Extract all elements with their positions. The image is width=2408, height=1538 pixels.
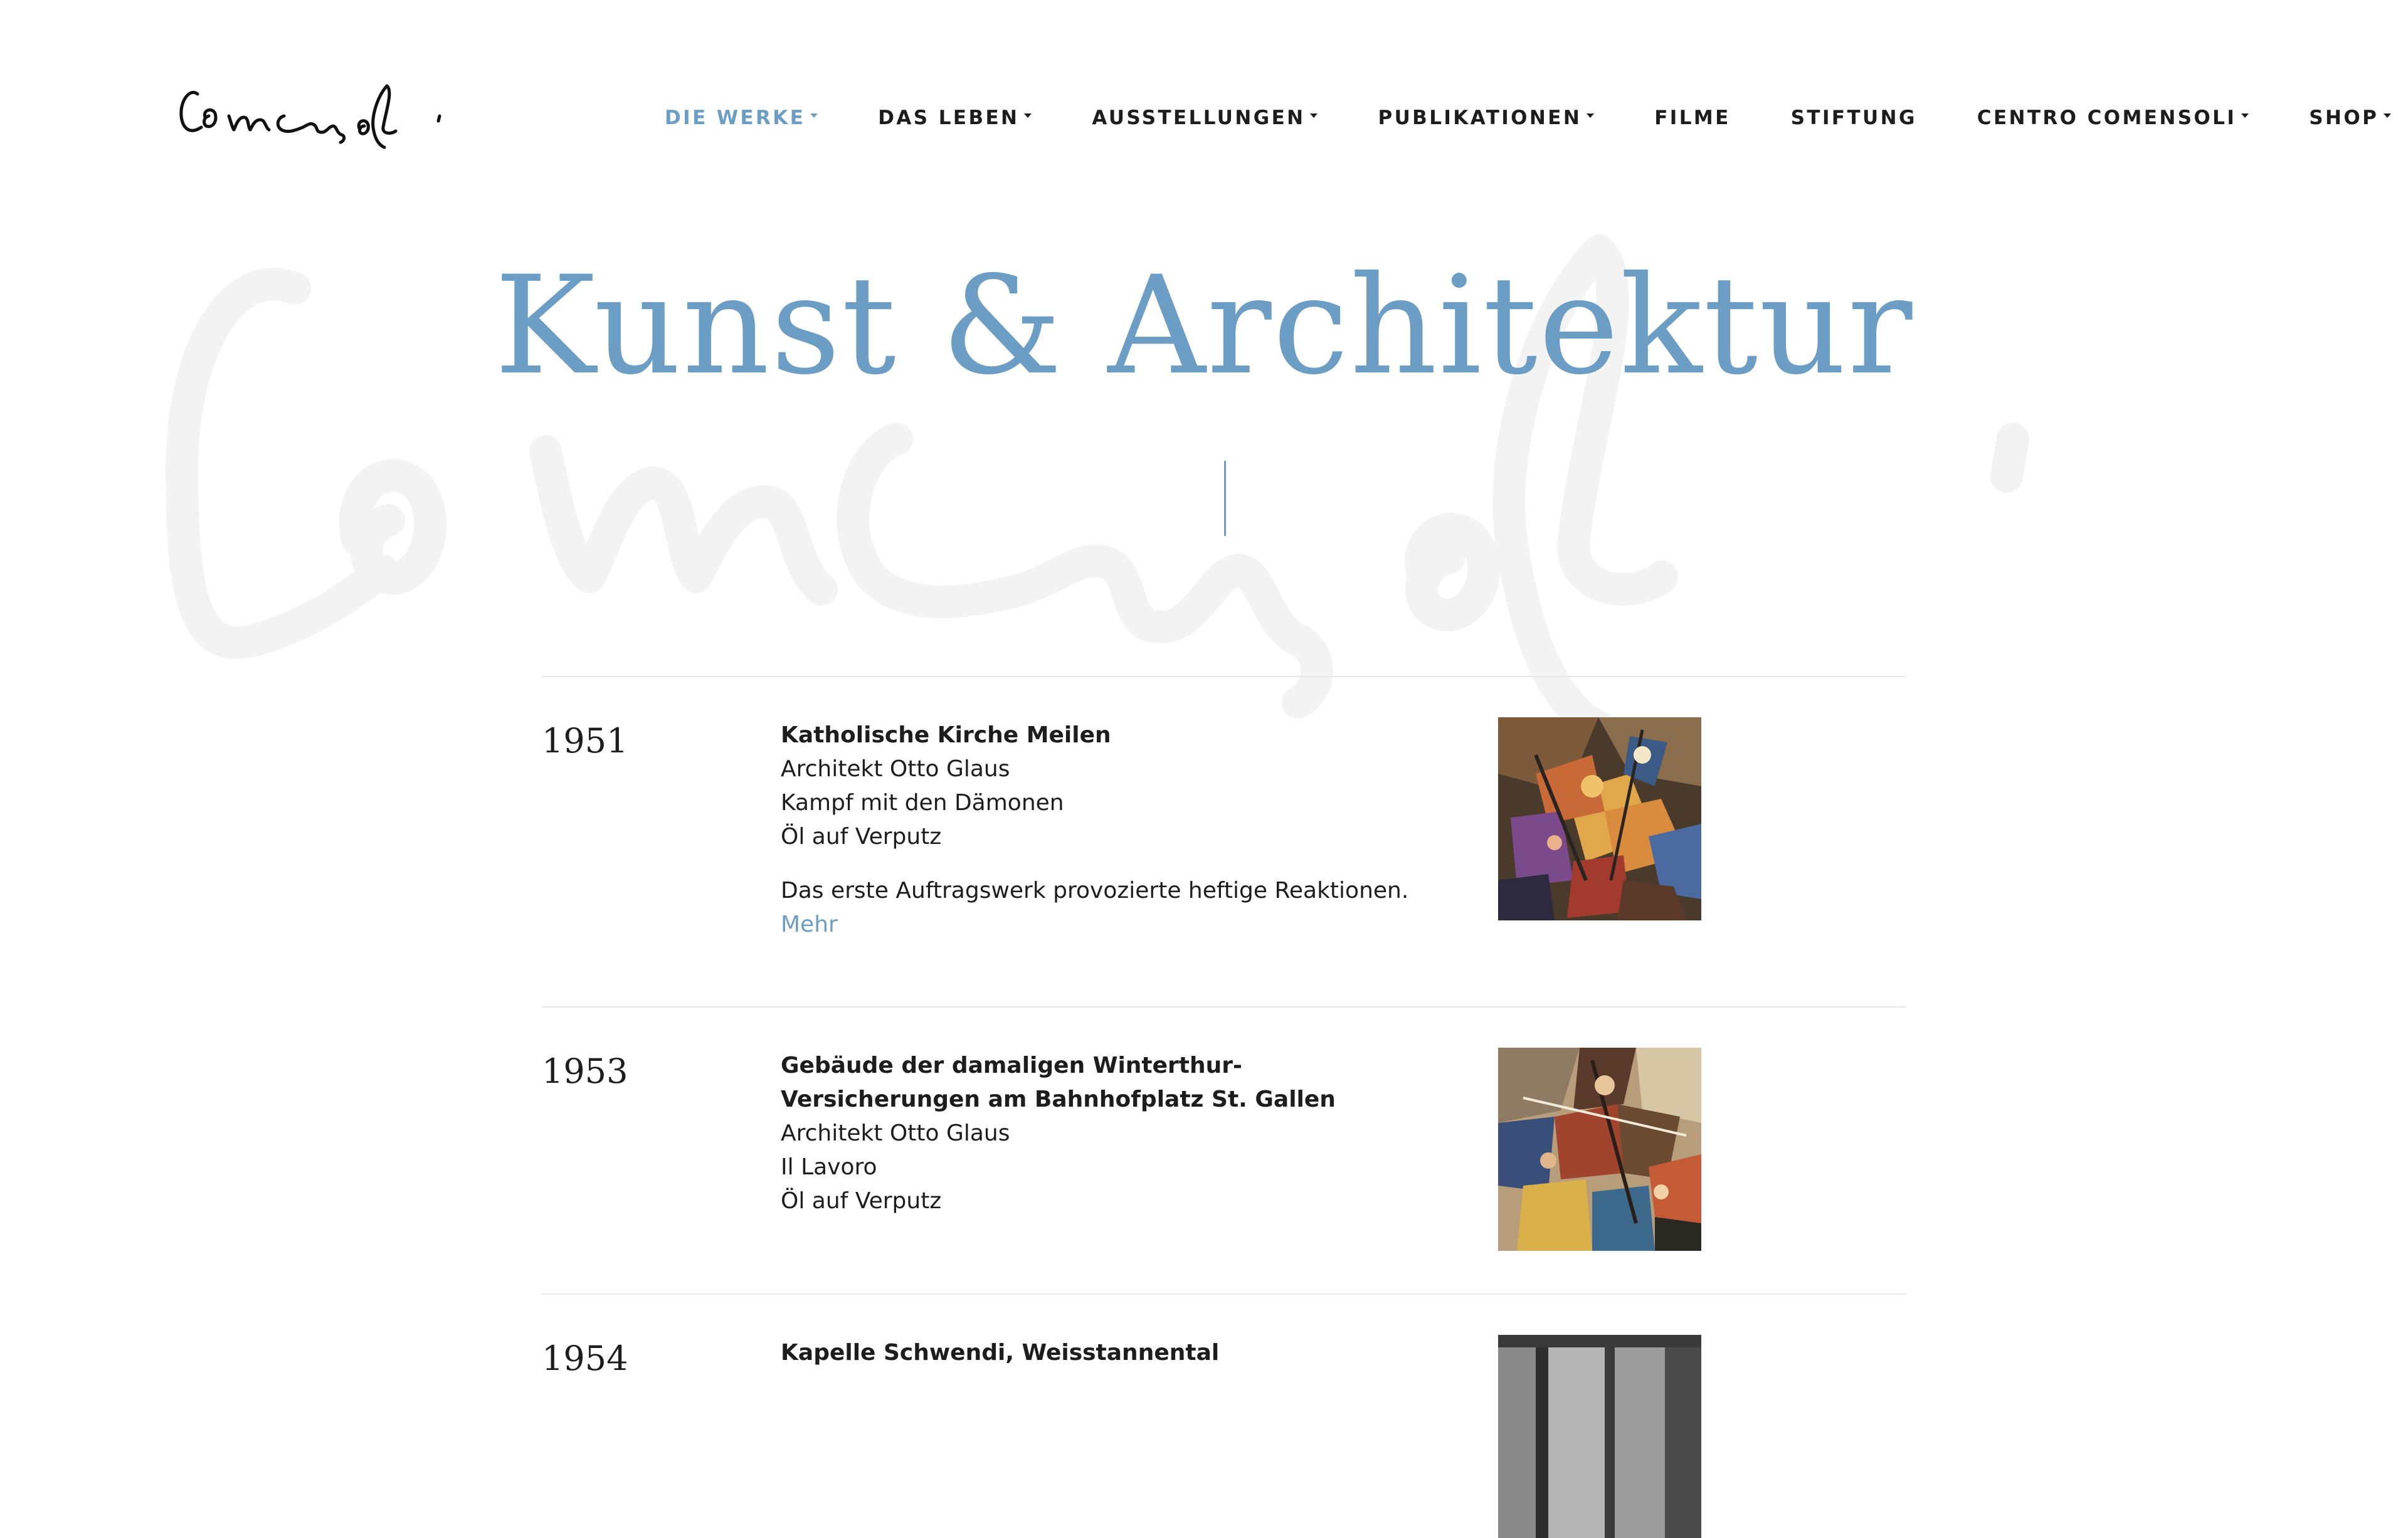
mural-painting-image	[1498, 717, 1701, 920]
chapel-photo-image	[1498, 1335, 1701, 1538]
nav-item-label: CENTRO COMENSOLI	[1977, 107, 2237, 129]
main-navigation: DIE WERKE DAS LEBEN AUSSTELLUNGEN PUBLIK…	[665, 105, 2392, 130]
title-divider	[1224, 461, 1226, 536]
nav-item-label: PUBLIKATIONEN	[1378, 107, 1582, 129]
caret-down-icon	[2384, 113, 2392, 118]
caret-down-icon	[1024, 113, 1032, 118]
nav-item-stiftung[interactable]: STIFTUNG	[1791, 107, 1917, 129]
work-architect: Architekt Otto Glaus	[781, 756, 1010, 782]
work-year: 1953	[542, 1051, 628, 1091]
work-info: Katholische Kirche Meilen Architekt Otto…	[781, 719, 1433, 942]
work-description: Das erste Auftragswerk provozierte hefti…	[781, 878, 1409, 903]
work-title: Gebäude der damaligen Winterthur-Versich…	[781, 1053, 1336, 1112]
nav-item-label: DIE WERKE	[665, 107, 806, 129]
work-thumbnail[interactable]	[1498, 717, 1701, 920]
work-entry: 1954 Kapelle Schwendi, Weisstannental	[542, 1293, 1906, 1538]
caret-down-icon	[1310, 113, 1318, 118]
caret-down-icon	[810, 113, 818, 118]
nav-item-label: STIFTUNG	[1790, 107, 1917, 129]
nav-item-label: DAS LEBEN	[878, 107, 1020, 129]
caret-down-icon	[2241, 113, 2249, 118]
works-list: 1951 Katholische Kirche Meilen Architekt…	[542, 676, 1906, 1538]
nav-item-filme[interactable]: FILME	[1654, 107, 1731, 129]
work-thumbnail[interactable]	[1498, 1048, 1701, 1251]
logo-signature-icon	[179, 84, 441, 149]
nav-item-die-werke[interactable]: DIE WERKE	[665, 107, 818, 129]
work-medium: Öl auf Verputz	[781, 1188, 942, 1214]
work-year: 1954	[542, 1339, 628, 1378]
nav-item-centro-comensoli[interactable]: CENTRO COMENSOLI	[1977, 107, 2249, 129]
nav-item-ausstellungen[interactable]: AUSSTELLUNGEN	[1092, 107, 1318, 129]
work-entry: 1951 Katholische Kirche Meilen Architekt…	[542, 676, 1906, 1006]
nav-item-label: AUSSTELLUNGEN	[1092, 107, 1306, 129]
work-info: Kapelle Schwendi, Weisstannental	[781, 1336, 1433, 1370]
more-link[interactable]: Mehr	[781, 908, 1433, 942]
work-title: Kapelle Schwendi, Weisstannental	[781, 1340, 1220, 1366]
work-medium: Öl auf Verputz	[781, 824, 942, 850]
page-title: Kunst & Architektur	[494, 247, 1914, 404]
nav-item-label: FILME	[1654, 107, 1731, 129]
site-header: DIE WERKE DAS LEBEN AUSSTELLUNGEN PUBLIK…	[0, 0, 2408, 188]
work-entry: 1953 Gebäude der damaligen Winterthur-Ve…	[542, 1006, 1906, 1293]
work-title: Katholische Kirche Meilen	[781, 722, 1111, 748]
mural-painting-image	[1498, 1048, 1701, 1251]
work-info: Gebäude der damaligen Winterthur-Versich…	[781, 1049, 1433, 1218]
nav-item-label: SHOP	[2309, 107, 2379, 129]
work-year: 1951	[542, 721, 628, 761]
comensoli-signature-logo[interactable]	[177, 72, 447, 150]
nav-item-publikationen[interactable]: PUBLIKATIONEN	[1378, 107, 1595, 129]
work-name: Il Lavoro	[781, 1154, 877, 1180]
work-name: Kampf mit den Dämonen	[781, 790, 1064, 816]
work-architect: Architekt Otto Glaus	[781, 1120, 1010, 1146]
work-thumbnail[interactable]	[1498, 1335, 1701, 1538]
nav-item-shop[interactable]: SHOP	[2309, 107, 2392, 129]
nav-item-das-leben[interactable]: DAS LEBEN	[878, 107, 1032, 129]
caret-down-icon	[1587, 113, 1595, 118]
